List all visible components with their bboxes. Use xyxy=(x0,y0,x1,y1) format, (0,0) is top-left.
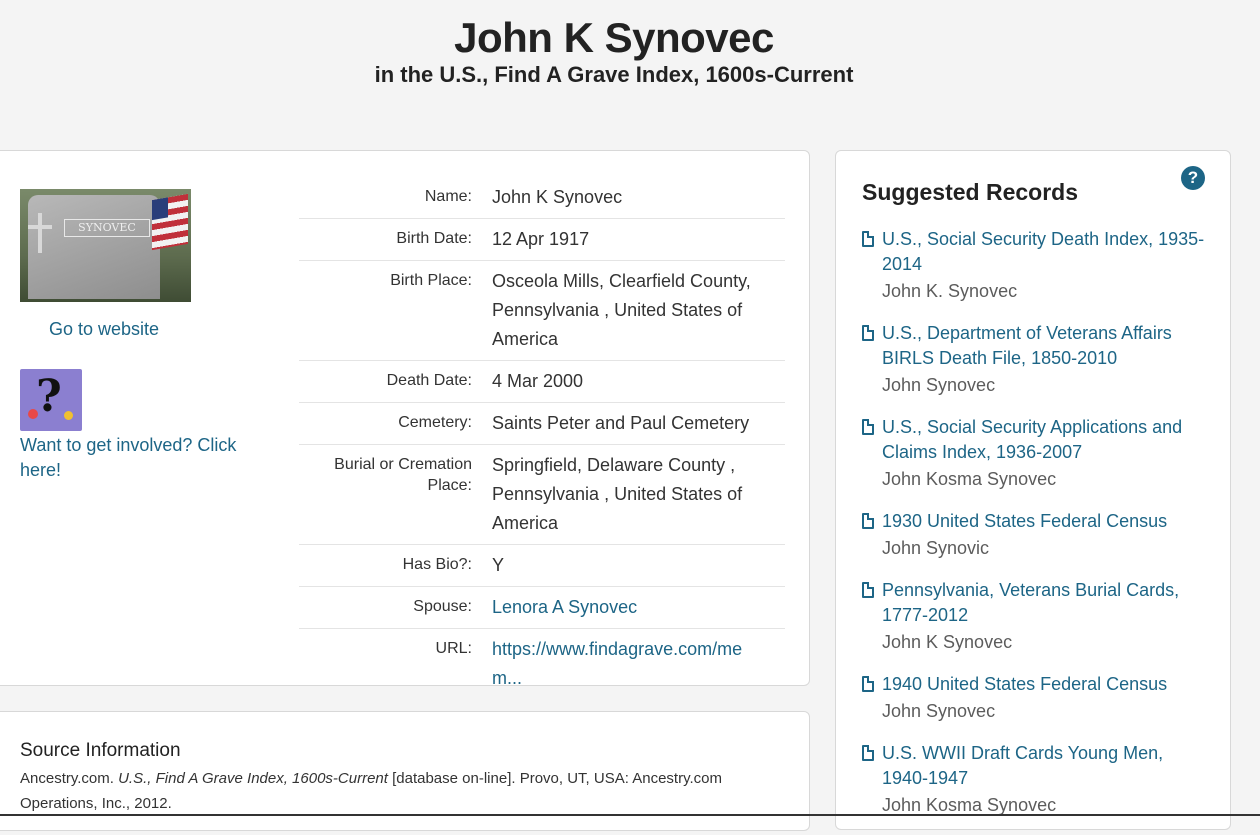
document-icon xyxy=(862,582,874,598)
flag-icon xyxy=(152,193,188,251)
suggested-record[interactable]: Pennsylvania, Veterans Burial Cards, 177… xyxy=(862,578,1212,655)
suggested-records-card: Suggested Records ? U.S., Social Securit… xyxy=(835,150,1231,830)
headstone-photo[interactable]: SYNOVEC xyxy=(20,189,191,302)
source-title: Source Information xyxy=(20,740,181,761)
question-circle-icon[interactable]: ? xyxy=(1181,166,1205,190)
record-person-name: John Synovic xyxy=(882,538,990,558)
record-person-name: John Synovec xyxy=(882,701,996,721)
fact-value: Osceola Mills, Clearfield County, Pennsy… xyxy=(492,271,751,349)
suggested-record[interactable]: U.S., Department of Veterans Affairs BIR… xyxy=(862,321,1212,398)
record-title-link[interactable]: 1930 United States Federal Census xyxy=(882,509,1167,534)
fact-label: Death Date: xyxy=(386,372,472,389)
page-subtitle: in the U.S., Find A Grave Index, 1600s-C… xyxy=(374,62,854,87)
record-person-name: John Kosma Synovec xyxy=(882,469,1057,489)
source-citation: Ancestry.com. U.S., Find A Grave Index, … xyxy=(20,766,780,816)
get-involved-link[interactable]: Want to get involved? Click here! xyxy=(20,433,270,483)
document-icon xyxy=(862,325,874,341)
flower-icon xyxy=(64,411,73,420)
source-card: Source Information Ancestry.com. U.S., F… xyxy=(0,711,810,831)
page-title: John K Synovec xyxy=(454,14,774,61)
suggested-record[interactable]: U.S., Social Security Applications and C… xyxy=(862,415,1212,492)
fact-row: Death Date: 4 Mar 2000 xyxy=(299,361,785,403)
suggested-record[interactable]: 1930 United States Federal Census John S… xyxy=(862,509,1212,561)
fact-row: Name: John K Synovec xyxy=(299,177,785,219)
fact-row: Spouse: Lenora A Synovec xyxy=(299,587,785,629)
document-icon xyxy=(862,513,874,529)
suggested-records-list: U.S., Social Security Death Index, 1935-… xyxy=(862,227,1212,835)
fact-value: Saints Peter and Paul Cemetery xyxy=(492,413,750,433)
fact-value: Y xyxy=(492,555,505,575)
fact-row: Birth Date: 12 Apr 1917 xyxy=(299,219,785,261)
record-person-name: John Synovec xyxy=(882,375,996,395)
fact-label: Birth Date: xyxy=(396,230,472,247)
fact-label: URL: xyxy=(435,640,472,657)
fact-label: Burial or Cremation Place: xyxy=(334,456,472,494)
document-icon xyxy=(862,745,874,761)
headstone-shape xyxy=(28,195,160,299)
document-icon xyxy=(862,419,874,435)
fact-label: Cemetery: xyxy=(398,414,472,431)
fact-row: Has Bio?: Y xyxy=(299,545,785,587)
record-person-name: John K. Synovec xyxy=(882,281,1018,301)
fact-row: Birth Place: Osceola Mills, Clearfield C… xyxy=(299,261,785,361)
fact-row: Burial or Cremation Place: Springfield, … xyxy=(299,445,785,545)
document-icon xyxy=(862,231,874,247)
citation-database: U.S., Find A Grave Index, 1600s-Current xyxy=(118,770,388,787)
go-to-website-link[interactable]: Go to website xyxy=(49,319,159,340)
question-mark-glyph: ? xyxy=(36,371,62,422)
record-card: SYNOVEC Go to website ? Want to get invo… xyxy=(0,150,810,688)
record-title-link[interactable]: U.S., Social Security Applications and C… xyxy=(882,415,1212,465)
fact-label: Spouse: xyxy=(413,598,472,615)
document-icon xyxy=(862,676,874,692)
record-title-link[interactable]: U.S., Social Security Death Index, 1935-… xyxy=(882,227,1212,277)
record-title-link[interactable]: U.S., Department of Veterans Affairs BIR… xyxy=(882,321,1212,371)
fact-label: Name: xyxy=(424,188,472,205)
record-title-link[interactable]: Pennsylvania, Veterans Burial Cards, 177… xyxy=(882,578,1212,628)
suggested-records-title: Suggested Records xyxy=(862,179,1078,205)
headstone-text: SYNOVEC xyxy=(64,219,150,237)
get-involved-icon[interactable]: ? xyxy=(20,369,82,431)
suggested-record[interactable]: 1940 United States Federal Census John S… xyxy=(862,672,1212,724)
suggested-record[interactable]: U.S. WWII Draft Cards Young Men, 1940-19… xyxy=(862,741,1212,818)
fact-row: URL: https://www.findagrave.com/mem... xyxy=(299,629,785,699)
cross-icon xyxy=(28,213,52,253)
record-facts: Name: John K Synovec Birth Date: 12 Apr … xyxy=(299,177,785,699)
flower-icon xyxy=(28,409,38,419)
fact-value: Springfield, Delaware County , Pennsylva… xyxy=(492,455,743,533)
suggested-record[interactable]: U.S., Social Security Death Index, 1935-… xyxy=(862,227,1212,304)
fact-value: 12 Apr 1917 xyxy=(492,229,590,249)
fact-label: Has Bio?: xyxy=(402,556,472,573)
record-person-name: John K Synovec xyxy=(882,632,1013,652)
record-title-link[interactable]: 1940 United States Federal Census xyxy=(882,672,1167,697)
fact-row: Cemetery: Saints Peter and Paul Cemetery xyxy=(299,403,785,445)
record-title-link[interactable]: U.S. WWII Draft Cards Young Men, 1940-19… xyxy=(882,741,1212,791)
fact-value: 4 Mar 2000 xyxy=(492,371,584,391)
url-link[interactable]: https://www.findagrave.com/mem... xyxy=(492,635,772,693)
fact-value: John K Synovec xyxy=(492,187,623,207)
spouse-link[interactable]: Lenora A Synovec xyxy=(492,593,772,622)
fact-label: Birth Place: xyxy=(390,272,472,289)
citation-prefix: Ancestry.com. xyxy=(20,770,119,787)
